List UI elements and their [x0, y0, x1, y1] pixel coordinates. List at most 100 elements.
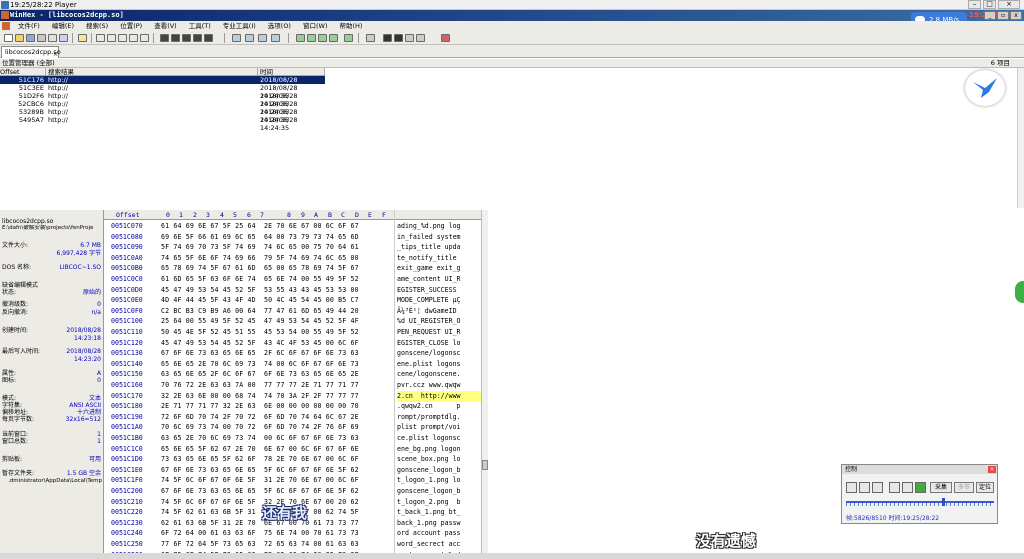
player-maximize-button[interactable]: □ — [983, 0, 996, 9]
hex-row-bytes[interactable]: 70 6C 69 73 74 00 70 72 6F 6D 70 74 2F 7… — [161, 422, 391, 433]
paste-write-icon[interactable] — [140, 34, 149, 42]
new-file-icon[interactable] — [4, 34, 13, 42]
hex-row-text[interactable]: cene/logonscene. — [397, 369, 481, 380]
timeline-knob[interactable] — [942, 498, 945, 506]
hex-row-bytes[interactable]: 50 45 4E 5F 52 45 51 55 45 53 54 00 55 4… — [161, 327, 391, 338]
calculator-icon[interactable] — [318, 34, 327, 42]
side-widget-tab[interactable] — [1015, 281, 1024, 303]
hex-row-bytes[interactable]: 70 76 72 2E 63 63 7A 00 77 77 77 2E 71 7… — [161, 380, 391, 391]
hex-row-bytes[interactable]: 74 5F 6C 6F 67 6F 6E 5F 31 2E 70 6E 67 0… — [161, 475, 391, 486]
hex-row-text[interactable]: gonscene/logonsc — [397, 348, 481, 359]
disk-editor-icon[interactable] — [307, 34, 316, 42]
hex-row-text[interactable]: ading_%d.png log — [397, 221, 481, 232]
hex-row-text[interactable]: ene.plist logons — [397, 359, 481, 370]
table-row[interactable]: 53289B http:// 2018/08/28 14:24:35 — [0, 108, 325, 124]
menu-position[interactable]: 位置(P) — [114, 21, 148, 31]
print-icon[interactable] — [48, 34, 57, 42]
menu-file[interactable]: 文件(F) — [12, 21, 46, 31]
find-text-icon[interactable] — [160, 34, 169, 42]
hex-row-text[interactable]: gonscene_logon_b — [397, 465, 481, 476]
goto-offset-icon[interactable] — [232, 34, 241, 42]
menu-window[interactable]: 窗口(W) — [297, 21, 334, 31]
undo-icon[interactable] — [78, 34, 87, 42]
analyze-icon[interactable] — [344, 34, 353, 42]
menu-options[interactable]: 选项(O) — [262, 21, 297, 31]
prev-frame-button[interactable] — [859, 482, 870, 493]
menu-help[interactable]: 帮助(H) — [333, 21, 368, 31]
hex-scrollbar-thumb[interactable] — [482, 460, 488, 470]
menu-edit[interactable]: 编辑(E) — [46, 21, 80, 31]
replace-text-icon[interactable] — [182, 34, 191, 42]
fullscreen-icon[interactable] — [902, 482, 913, 493]
hex-row-text[interactable]: ord account pass — [397, 528, 481, 539]
hex-row-text[interactable]: %d UI_REGISTER_O — [397, 316, 481, 327]
hex-row-bytes[interactable]: 63 65 6E 65 2F 6C 6F 67 6F 6E 73 63 65 6… — [161, 369, 391, 380]
menu-pro-tools[interactable]: 专业工具(I) — [217, 21, 262, 31]
locate-button[interactable]: 定位 — [976, 482, 994, 493]
hex-row-text[interactable]: PEN_REQUEST UI_R — [397, 327, 481, 338]
hex-row-text[interactable]: t_back_1.png bt_ — [397, 507, 481, 518]
table-row[interactable]: 51D2F6 http:// 2018/08/28 14:24:35 — [0, 92, 325, 108]
module-icon[interactable] — [416, 34, 425, 42]
help-book-icon[interactable] — [441, 34, 450, 42]
hex-row-bytes[interactable]: 65 6E 65 5F 62 67 2E 70 6E 67 00 6C 6F 6… — [161, 444, 391, 455]
back-icon[interactable] — [258, 34, 267, 42]
copy-icon[interactable] — [107, 34, 116, 42]
hex-row-bytes[interactable]: 5F 74 69 70 73 5F 74 69 74 6C 65 00 75 7… — [161, 242, 391, 253]
hex-row-text[interactable]: rompt/promptdlg. — [397, 412, 481, 423]
next-frame-button[interactable] — [872, 482, 883, 493]
hex-row-bytes[interactable]: 63 65 2E 70 6C 69 73 74 00 6C 6F 67 6F 6… — [161, 433, 391, 444]
hex-row-bytes[interactable]: 32 2E 63 6E 00 00 68 74 74 70 3A 2F 2F 7… — [161, 391, 391, 402]
table-row[interactable]: 52CBC6 http:// 2018/08/28 14:24:35 — [0, 100, 325, 116]
hex-row-text[interactable]: exit_game exit_g — [397, 263, 481, 274]
hex-row-bytes[interactable]: 61 6D 65 5F 63 6F 6E 74 65 6E 74 00 55 4… — [161, 274, 391, 285]
table-row[interactable]: 51C3EE http:// 2018/08/28 14:24:35 — [0, 84, 325, 100]
find-hex-icon[interactable] — [171, 34, 180, 42]
hex-row-bytes[interactable]: 67 6F 6E 73 63 65 6E 65 5F 6C 6F 67 6F 6… — [161, 465, 391, 476]
floating-bird-widget[interactable] — [965, 70, 1005, 106]
menu-tools[interactable]: 工具(T) — [183, 21, 217, 31]
hex-row-text[interactable]: scene_box.png lo — [397, 454, 481, 465]
hex-row-bytes[interactable]: 2E 71 77 71 77 32 2E 63 6E 00 00 00 00 0… — [161, 401, 391, 412]
hex-row-bytes[interactable]: 67 6F 6E 73 63 65 6E 65 2F 6C 6F 67 6F 6… — [161, 348, 391, 359]
column-offset[interactable]: Offset — [0, 68, 46, 76]
copy-block-icon[interactable] — [129, 34, 138, 42]
view-mode-icon[interactable] — [366, 34, 375, 42]
control-close-icon[interactable]: × — [988, 466, 996, 473]
hex-row-bytes[interactable]: 61 64 69 6E 67 5F 25 64 2E 70 6E 67 00 6… — [161, 221, 391, 232]
open-disk-icon[interactable] — [26, 34, 35, 42]
tab-libcocos2dcpp[interactable]: libcocos2dcpp.so × — [1, 46, 61, 58]
window-restore-button[interactable]: ▫ — [997, 11, 1009, 20]
multi-section-button[interactable]: 多节 — [954, 482, 974, 493]
hex-row-bytes[interactable]: 73 63 65 6E 65 5F 62 6F 78 2E 70 6E 67 0… — [161, 454, 391, 465]
window-close-button[interactable]: x — [1010, 11, 1022, 20]
hex-row-text[interactable]: back_1.png passw — [397, 518, 481, 529]
hex-row-bytes[interactable]: 4D 4F 44 45 5F 43 4F 4D 50 4C 45 54 45 0… — [161, 295, 391, 306]
ram-editor-icon[interactable] — [296, 34, 305, 42]
hex-row-bytes[interactable]: 45 47 49 53 54 45 52 5F 53 55 43 43 45 5… — [161, 285, 391, 296]
hex-row-text[interactable]: .qwqw2.cn p — [397, 401, 481, 412]
hex-row-text[interactable]: word_secrect acc — [397, 539, 481, 550]
replace-hex-icon[interactable] — [193, 34, 202, 42]
hex-row-bytes[interactable]: 72 6F 6D 70 74 2F 70 72 6F 6D 70 74 64 6… — [161, 412, 391, 423]
forward-icon[interactable] — [271, 34, 280, 42]
hex-row-bytes[interactable]: C2 BC B3 C9 B9 A6 00 64 77 47 61 6D 65 4… — [161, 306, 391, 317]
hex-row-bytes[interactable]: 74 65 5F 6E 6F 74 69 66 79 5F 74 69 74 6… — [161, 253, 391, 264]
goto-sector-icon[interactable] — [245, 34, 254, 42]
snapshot-icon[interactable] — [405, 34, 414, 42]
hex-scrollbar[interactable] — [481, 210, 488, 559]
properties-icon[interactable] — [59, 34, 68, 42]
save-icon[interactable] — [37, 34, 46, 42]
record-icon[interactable] — [915, 482, 926, 493]
hex-row-bytes[interactable]: 65 6E 65 2E 70 6C 69 73 74 00 6C 6F 67 6… — [161, 359, 391, 370]
hex-row-text[interactable]: gonscene_logon_b — [397, 486, 481, 497]
hex-row-text[interactable]: t_logon_1.png lo — [397, 475, 481, 486]
hex-row-bytes[interactable]: 6F 72 64 00 61 63 63 6F 75 6E 74 00 70 6… — [161, 528, 391, 539]
hex-row-text[interactable]: EGISTER_SUCCESS — [397, 285, 481, 296]
cut-icon[interactable] — [96, 34, 105, 42]
menu-search[interactable]: 搜索(S) — [80, 21, 114, 31]
hex-row-bytes[interactable]: 45 47 49 53 54 45 52 5F 43 4C 4F 53 45 0… — [161, 338, 391, 349]
hex-row-text[interactable]: te_notify_title — [397, 253, 481, 264]
hash-icon[interactable] — [329, 34, 338, 42]
hex-row-bytes[interactable]: 25 64 00 55 49 5F 52 45 47 49 53 54 45 5… — [161, 316, 391, 327]
